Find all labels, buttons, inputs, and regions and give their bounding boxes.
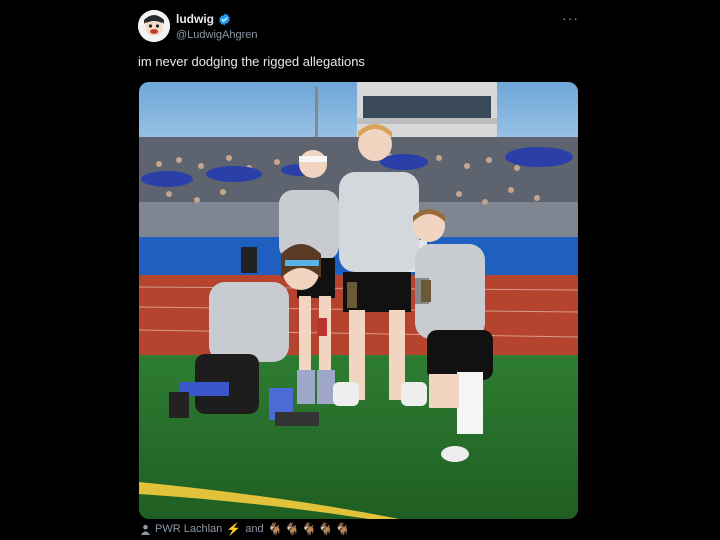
tweet-text: im never dodging the rigged allegations: [138, 54, 365, 69]
tagged-user-first[interactable]: PWR Lachlan: [155, 523, 222, 535]
user-handle[interactable]: @LudwigAhgren: [176, 29, 258, 41]
tagged-users[interactable]: PWR Lachlan ⚡ and 🐐🐐🐐🐐🐐: [140, 522, 352, 536]
tag-and-label: and: [245, 523, 264, 535]
person-tag-icon: [140, 524, 151, 535]
avatar[interactable]: [138, 10, 170, 42]
tagged-goats[interactable]: 🐐🐐🐐🐐🐐: [268, 522, 353, 536]
avatar-image: [138, 10, 170, 42]
name-row: ludwig: [176, 12, 231, 26]
display-name[interactable]: ludwig: [176, 12, 214, 26]
bolt-icon: ⚡: [226, 522, 242, 536]
more-options-icon[interactable]: ···: [562, 10, 579, 26]
tweet-photo[interactable]: [139, 82, 578, 519]
photo-illustration: [139, 82, 578, 519]
verified-badge-icon: [219, 13, 230, 25]
